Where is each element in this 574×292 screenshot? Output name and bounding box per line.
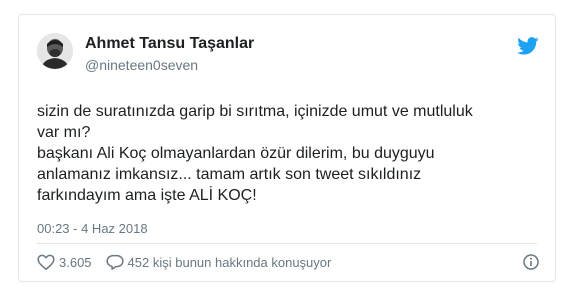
tweet-timestamp[interactable]: 00:23 - 4 Haz 2018 xyxy=(37,221,148,236)
like-count: 3.605 xyxy=(59,254,92,270)
info-icon[interactable] xyxy=(523,254,539,270)
avatar-image xyxy=(37,33,73,69)
avatar[interactable] xyxy=(37,33,73,69)
tweet-text-line: var mı? xyxy=(37,124,91,141)
twitter-bird-icon[interactable] xyxy=(517,37,539,55)
author-name[interactable]: Ahmet Tansu Taşanlar xyxy=(85,35,254,53)
conversation-text: 452 kişi bunun hakkında konuşuyor xyxy=(127,254,332,270)
author-handle[interactable]: @nineteen0seven xyxy=(85,57,198,73)
tweet-text-line: farkındayım ama işte ALİ KOÇ! xyxy=(37,187,257,204)
tweet-card: Ahmet Tansu Taşanlar @nineteen0seven siz… xyxy=(18,14,556,282)
tweet-text-line: başkanı Ali Koç olmayanlardan özür diler… xyxy=(37,145,435,162)
tweet-actions: 3.605 452 kişi bunun hakkında konuşuyor xyxy=(37,251,331,273)
divider xyxy=(37,243,537,244)
reply-bubble-icon xyxy=(105,254,124,270)
tweet-text-line: sizin de suratınızda garip bi sırıtma, i… xyxy=(37,103,473,120)
tweet-text: sizin de suratınızda garip bi sırıtma, i… xyxy=(37,101,537,206)
tweet-text-line: anlamanız imkansız... tamam artık son tw… xyxy=(37,166,422,183)
like-button[interactable]: 3.605 xyxy=(37,254,92,270)
reply-button[interactable]: 452 kişi bunun hakkında konuşuyor xyxy=(105,254,332,270)
heart-icon xyxy=(37,254,55,270)
